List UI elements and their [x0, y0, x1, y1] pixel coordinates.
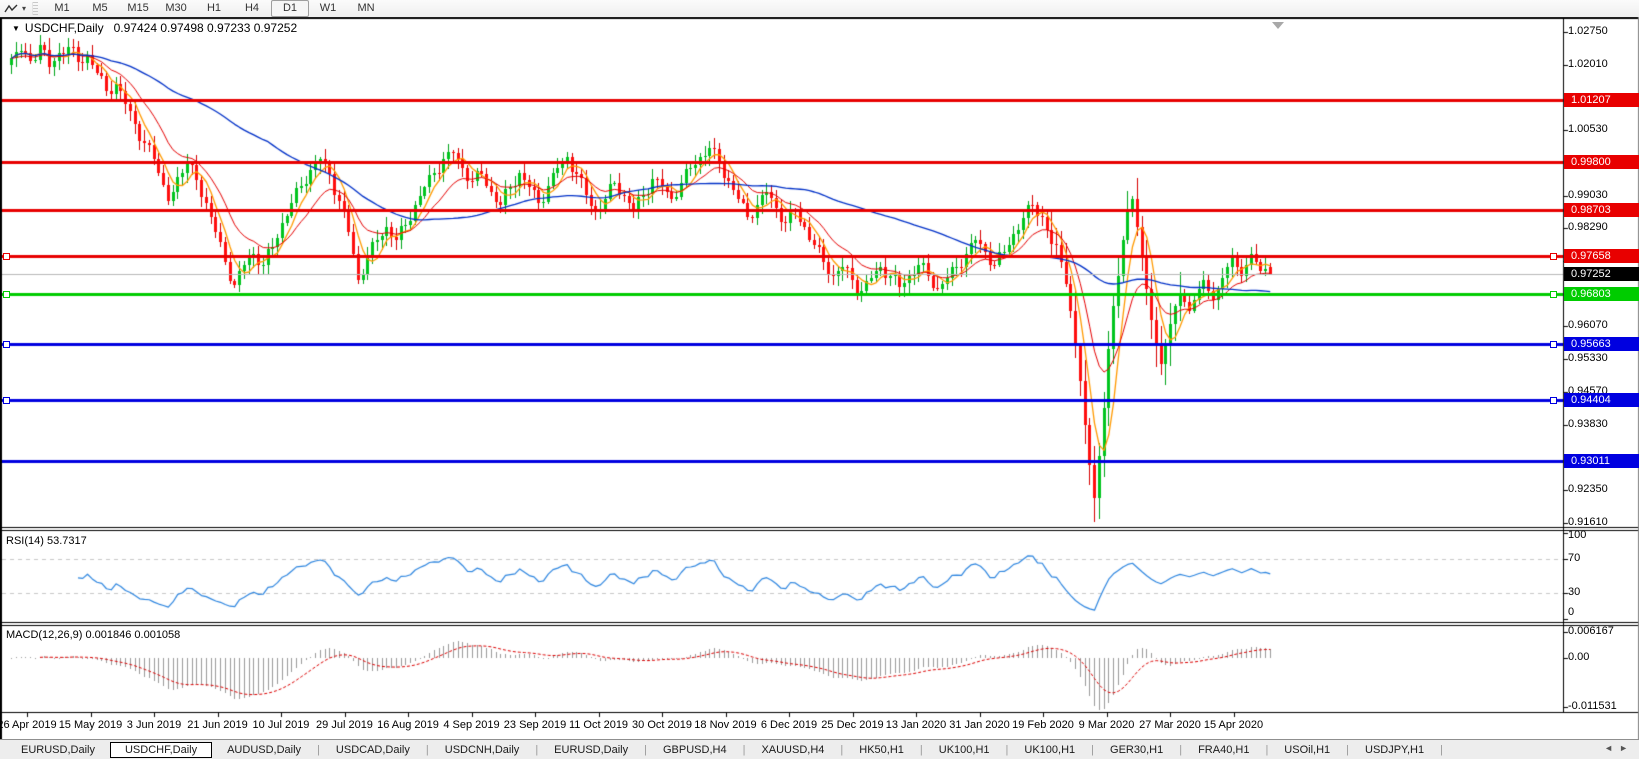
chart-title: ▼ USDCHF,Daily 0.97424 0.97498 0.97233 0.9…: [12, 21, 297, 35]
price-level-badge: 0.94404: [1564, 392, 1639, 407]
timeframe-button-m30[interactable]: M30: [157, 0, 195, 17]
price-tick-label: 0.96070: [1568, 319, 1608, 332]
symbol-dropdown-caret[interactable]: ▼: [12, 24, 20, 33]
price-level-badge: 1.01207: [1564, 92, 1639, 107]
symbol-label: USDCHF,Daily: [24, 21, 104, 35]
chart-tab-5[interactable]: EURUSD,Daily: [539, 742, 643, 758]
hline-drag-handle[interactable]: [1550, 341, 1557, 349]
chevron-down-icon[interactable]: ▾: [22, 4, 26, 13]
timeframe-button-w1[interactable]: W1: [309, 0, 347, 17]
price-tick-label: 1.02750: [1568, 25, 1608, 37]
chart-tab-6[interactable]: GBPUSD,H4: [648, 742, 742, 758]
chart-tab-7[interactable]: XAUUSD,H4: [746, 742, 839, 758]
ohlc-values: 0.97424 0.97498 0.97233 0.97252: [113, 21, 298, 35]
rsi-axis-label: 70: [1568, 551, 1581, 564]
chart-tab-4[interactable]: USDCNH,Daily: [430, 742, 535, 758]
hline-drag-handle[interactable]: [1550, 396, 1557, 404]
macd-indicator-label: MACD(12,26,9) 0.001846 0.001058: [6, 629, 181, 641]
price-tick-label: 0.91610: [1568, 515, 1608, 528]
timeframe-button-m1[interactable]: M1: [43, 0, 81, 17]
hline-drag-handle[interactable]: [3, 253, 10, 261]
tab-scroll-left-icon[interactable]: ◄: [1604, 743, 1619, 753]
price-tick-label: 0.93830: [1568, 417, 1608, 430]
macd-axis-label: 0.00: [1568, 651, 1590, 663]
price-tick-label: 0.95330: [1568, 351, 1608, 364]
price-level-badge: 0.95663: [1564, 337, 1639, 352]
hline-drag-handle[interactable]: [1550, 290, 1557, 298]
price-level-badge: 0.93011: [1564, 454, 1639, 468]
timeframe-button-h1[interactable]: H1: [195, 0, 233, 17]
chart-tabs: EURUSD,Daily USDCHF,Daily AUDUSD,Daily | USD…: [6, 741, 1444, 758]
chart-tab-3[interactable]: USDCAD,Daily: [321, 742, 425, 758]
chart-tab-1[interactable]: USDCHF,Daily: [109, 741, 213, 758]
chart-tab-10[interactable]: UK100,H1: [1009, 742, 1090, 758]
rsi-axis-label: 30: [1568, 586, 1581, 599]
timeframe-button-m5[interactable]: M5: [81, 0, 119, 17]
chart-tab-11[interactable]: GER30,H1: [1095, 742, 1178, 758]
price-tick-label: 1.00530: [1568, 122, 1608, 135]
chart-tab-2[interactable]: AUDUSD,Daily: [212, 742, 316, 758]
date-tick-label: 15 Apr 2020: [1203, 719, 1264, 731]
current-price-badge: 0.97252: [1564, 267, 1639, 282]
chart-tab-bar: EURUSD,Daily USDCHF,Daily AUDUSD,Daily | USD…: [0, 739, 1639, 759]
chart-tab-8[interactable]: HK50,H1: [844, 742, 919, 758]
rsi-axis-label: 0: [1568, 606, 1575, 618]
toolbar-grip: [32, 2, 39, 15]
timeframe-button-m15[interactable]: M15: [119, 0, 157, 17]
tab-scroll-right-icon[interactable]: ►: [1619, 743, 1634, 753]
price-level-badge: 0.97658: [1564, 249, 1639, 264]
hline-drag-handle[interactable]: [3, 396, 10, 404]
timeframe-toolbar: ▾ M1 M5 M15 M30 H1 H4 D1 W1 MN: [0, 0, 1639, 17]
chart-tab-12[interactable]: FRA40,H1: [1183, 742, 1264, 758]
rsi-axis-label: 100: [1568, 529, 1587, 541]
tab-separator: |: [1440, 743, 1443, 756]
price-level-badge: 0.99800: [1564, 154, 1639, 169]
hline-drag-handle[interactable]: [1550, 253, 1557, 261]
line-style-icon[interactable]: [4, 3, 19, 15]
price-level-badge: 0.98703: [1564, 203, 1639, 218]
chart-canvas[interactable]: [0, 0, 1639, 759]
price-tick-label: 0.99030: [1568, 188, 1608, 201]
chart-shift-marker[interactable]: [1272, 22, 1284, 29]
price-tick-label: 0.92350: [1568, 483, 1608, 496]
chart-tab-9[interactable]: UK100,H1: [924, 742, 1005, 758]
timeframe-button-d1[interactable]: D1: [271, 0, 310, 17]
timeframe-button-mn[interactable]: MN: [347, 0, 385, 17]
tab-scroll-arrows: ◄►: [1604, 743, 1634, 753]
macd-axis-label: -0.011531: [1568, 700, 1617, 712]
timeframe-button-h4[interactable]: H4: [233, 0, 271, 17]
chart-tab-0[interactable]: EURUSD,Daily: [6, 742, 110, 758]
price-tick-label: 1.02010: [1568, 57, 1608, 70]
timeframe-buttons: M1 M5 M15 M30 H1 H4 D1 W1 MN: [43, 0, 385, 17]
price-level-badge: 0.96803: [1564, 286, 1639, 301]
chart-tab-13[interactable]: USOil,H1: [1269, 742, 1345, 758]
rsi-indicator-label: RSI(14) 53.7317: [6, 535, 87, 547]
hline-drag-handle[interactable]: [3, 290, 10, 298]
mt4-window: { "toolbar": { "tools_icon": "line-style…: [0, 0, 1639, 759]
macd-axis-label: 0.006167: [1568, 624, 1614, 637]
price-tick-label: 0.98290: [1568, 221, 1608, 234]
chart-tab-14[interactable]: USDJPY,H1: [1350, 742, 1439, 758]
hline-drag-handle[interactable]: [3, 341, 10, 349]
